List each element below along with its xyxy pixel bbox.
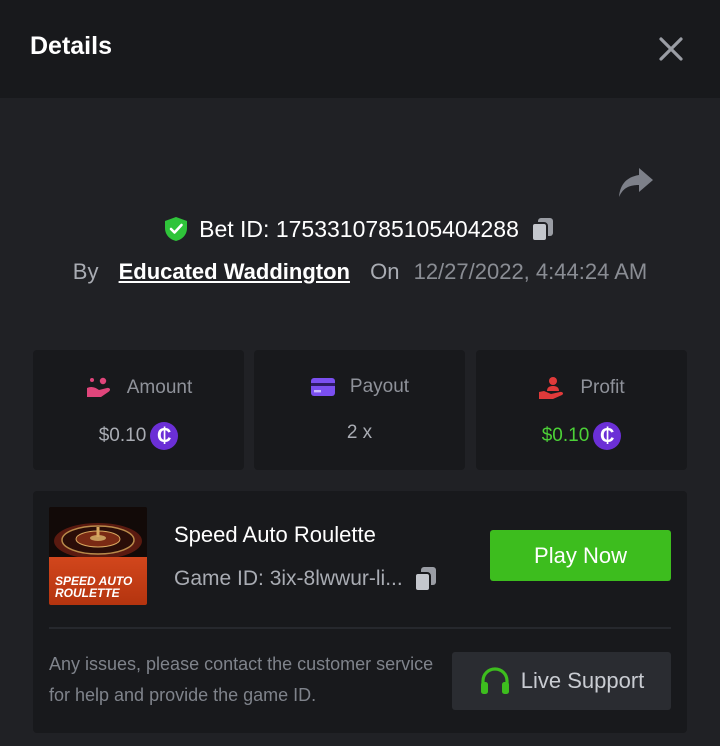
share-button[interactable] — [617, 166, 655, 200]
bet-id-row: Bet ID: 1753310785105404288 — [0, 215, 720, 249]
play-now-button[interactable]: Play Now — [490, 530, 671, 581]
bet-id: Bet ID: 1753310785105404288 — [199, 215, 519, 242]
headset-icon — [480, 667, 509, 694]
game-id: Game ID: 3ix-8lwwur-li... — [174, 567, 403, 590]
amount-value: $0.10 — [98, 425, 147, 446]
payout-value: 2 x — [346, 422, 373, 443]
card-icon — [310, 378, 335, 396]
payout-card: Payout 2 x — [254, 350, 465, 470]
user-link[interactable]: Educated Waddington — [119, 259, 350, 284]
bet-datetime: 12/27/2022, 4:44:24 AM — [413, 259, 648, 284]
game-name: Speed Auto Roulette — [174, 522, 376, 547]
hand-coins-icon — [86, 377, 110, 397]
profit-label: Profit — [580, 377, 625, 398]
share-icon[interactable] — [617, 166, 655, 200]
coin-icon: ₵ — [150, 422, 179, 450]
amount-card: Amount $0.10 ₵ — [33, 350, 244, 470]
details-header: Details — [0, 0, 720, 98]
by-label: By — [72, 259, 99, 284]
on-label: On — [370, 259, 400, 284]
shield-check-icon — [165, 217, 188, 241]
thumbnail-title: SPEED AUTO ROULETTE — [49, 557, 147, 605]
game-card: SPEED AUTO ROULETTE Speed Auto Roulette … — [33, 491, 687, 733]
profit-card: Profit $0.10 ₵ — [476, 350, 687, 470]
live-support-label: Live Support — [520, 668, 645, 693]
bet-byline: By Educated Waddington On 12/27/2022, 4:… — [0, 259, 720, 285]
close-icon[interactable] — [655, 33, 687, 65]
close-button[interactable] — [655, 33, 687, 65]
thumbnail-line-2: ROULETTE — [55, 586, 120, 600]
game-id-row: Game ID: 3ix-8lwwur-li... — [174, 565, 439, 593]
help-text: Any issues, please contact the customer … — [49, 654, 434, 705]
live-support-button[interactable]: Live Support — [452, 652, 671, 710]
game-thumbnail[interactable]: SPEED AUTO ROULETTE — [49, 507, 147, 605]
copy-icon[interactable] — [413, 565, 439, 593]
hand-person-icon — [539, 377, 564, 399]
divider — [49, 627, 671, 629]
payout-label: Payout — [349, 376, 410, 397]
coin-icon: ₵ — [593, 422, 622, 450]
profit-value: $0.10 — [541, 425, 590, 446]
page-title: Details — [30, 32, 112, 60]
amount-label: Amount — [126, 377, 193, 398]
copy-icon[interactable] — [529, 215, 557, 243]
